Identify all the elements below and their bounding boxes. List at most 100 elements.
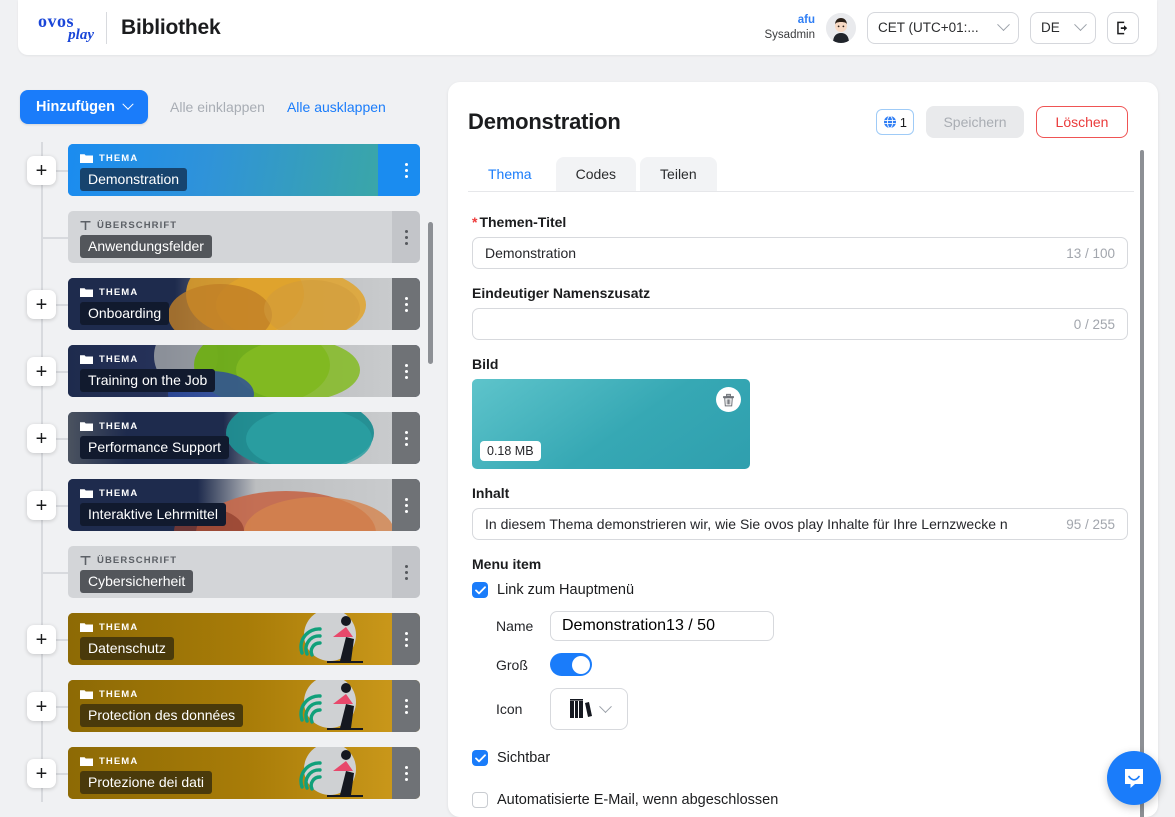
- header-divider: [106, 11, 107, 44]
- card-kicker: THEMA: [80, 488, 138, 499]
- tab-thema[interactable]: Thema: [468, 157, 552, 191]
- tree-node: +: [0, 678, 440, 745]
- add-child-button[interactable]: +: [27, 692, 56, 721]
- tree-item-protezione-dei-dati[interactable]: THEMA Protezione dei dati: [68, 747, 420, 799]
- card-body: THEMA Protezione dei dati: [68, 747, 392, 799]
- app-header: ovos play Bibliothek afu Sysadmin CET (U…: [18, 0, 1157, 55]
- chat-launcher-button[interactable]: [1107, 751, 1161, 805]
- panel-scrollbar[interactable]: [1140, 150, 1144, 817]
- folder-icon: [80, 154, 93, 163]
- menu-large-toggle[interactable]: [550, 653, 592, 676]
- add-child-button[interactable]: +: [27, 156, 56, 185]
- auto-email-row[interactable]: Automatisierte E-Mail, wenn abgeschlosse…: [472, 792, 1128, 808]
- chat-bubble-icon: [1125, 769, 1143, 788]
- folder-icon: [80, 690, 93, 699]
- tree-item-cybersicherheit[interactable]: ÜBERSCHRIFT Cybersicherheit: [68, 546, 420, 598]
- card-title: Training on the Job: [80, 369, 216, 392]
- card-body: THEMA Onboarding: [68, 278, 392, 330]
- link-main-menu-checkbox[interactable]: [472, 582, 488, 598]
- tree-item-protection-des-donnees[interactable]: THEMA Protection des données: [68, 680, 420, 732]
- logout-button[interactable]: [1107, 11, 1139, 44]
- title-label-text: Themen-Titel: [479, 214, 567, 230]
- card-menu-button[interactable]: [392, 278, 420, 330]
- card-title: Performance Support: [80, 436, 230, 459]
- content-input-value: In diesem Thema demonstrieren wir, wie S…: [485, 516, 1008, 532]
- delete-button[interactable]: Löschen: [1036, 106, 1128, 138]
- card-menu-button[interactable]: [392, 479, 420, 531]
- badge-count-value: 1: [899, 114, 907, 130]
- content-char-counter: 95 / 255: [1066, 516, 1115, 532]
- menu-name-counter: 13 / 50: [666, 617, 715, 634]
- fingerprint-walker-illustration: [299, 613, 363, 663]
- tree-item-training-on-the-job[interactable]: THEMA Training on the Job: [68, 345, 420, 397]
- tree-item-datenschutz[interactable]: THEMA Datenschutz: [68, 613, 420, 665]
- folder-icon: [80, 489, 93, 498]
- chevron-down-icon: [122, 98, 134, 110]
- text-icon: [80, 556, 91, 565]
- expand-all-button[interactable]: Alle ausklappen: [287, 99, 386, 115]
- tab-codes[interactable]: Codes: [555, 157, 637, 191]
- auto-email-checkbox[interactable]: [472, 792, 488, 808]
- card-menu-button[interactable]: [392, 680, 420, 732]
- visible-row[interactable]: Sichtbar: [472, 750, 1128, 766]
- add-child-button[interactable]: +: [27, 290, 56, 319]
- card-menu-button[interactable]: [392, 144, 420, 196]
- card-menu-button[interactable]: [392, 211, 420, 263]
- folder-icon: [80, 422, 93, 431]
- tree-item-anwendungsfelder[interactable]: ÜBERSCHRIFT Anwendungsfelder: [68, 211, 420, 263]
- trash-icon: [723, 393, 734, 406]
- check-icon: [474, 753, 486, 762]
- chevron-down-icon: [997, 18, 1010, 32]
- timezone-select[interactable]: CET (UTC+01:...: [867, 11, 1019, 44]
- link-main-menu-label: Link zum Hauptmenü: [497, 582, 635, 598]
- card-menu-button[interactable]: [392, 546, 420, 598]
- avatar[interactable]: [826, 12, 856, 43]
- card-menu-button[interactable]: [392, 747, 420, 799]
- visible-checkbox[interactable]: [472, 750, 488, 766]
- menu-icon-select[interactable]: [550, 688, 628, 730]
- tree-connector: [41, 572, 68, 574]
- card-menu-button[interactable]: [392, 345, 420, 397]
- add-child-button[interactable]: +: [27, 491, 56, 520]
- logout-icon: [1117, 21, 1128, 34]
- card-body: THEMA Interaktive Lehrmittel: [68, 479, 392, 531]
- title-input[interactable]: Demonstration 13 / 100: [472, 237, 1128, 269]
- sidebar-scrollbar[interactable]: [428, 222, 433, 364]
- language-select[interactable]: DE: [1030, 11, 1096, 44]
- card-kicker-label: THEMA: [99, 756, 139, 767]
- card-title: Onboarding: [80, 302, 170, 325]
- collapse-all-button[interactable]: Alle einklappen: [170, 99, 265, 115]
- card-kicker-label: ÜBERSCHRIFT: [97, 220, 178, 231]
- add-button[interactable]: Hinzufügen: [20, 90, 148, 124]
- add-child-button[interactable]: +: [27, 424, 56, 453]
- page-title: Bibliothek: [121, 15, 221, 39]
- card-menu-button[interactable]: [392, 412, 420, 464]
- menu-name-input[interactable]: Demonstration 13 / 50: [550, 611, 774, 641]
- user-role: Sysadmin: [764, 28, 816, 41]
- folder-icon: [80, 355, 93, 364]
- delete-image-button[interactable]: [716, 387, 741, 412]
- image-size-chip: 0.18 MB: [480, 441, 541, 461]
- card-menu-button[interactable]: [392, 613, 420, 665]
- tree-item-performance-support[interactable]: THEMA Performance Support: [68, 412, 420, 464]
- suffix-input[interactable]: 0 / 255: [472, 308, 1128, 340]
- save-button[interactable]: Speichern: [926, 106, 1024, 138]
- image-preview[interactable]: 0.18 MB: [472, 379, 750, 469]
- user-info[interactable]: afu Sysadmin: [765, 13, 816, 42]
- header-right-group: afu Sysadmin CET (UTC+01:... DE: [765, 11, 1158, 44]
- add-child-button[interactable]: +: [27, 759, 56, 788]
- status-badge[interactable]: 1: [875, 109, 914, 135]
- brand-logo[interactable]: ovos play Bibliothek: [18, 11, 221, 44]
- card-title: Interaktive Lehrmittel: [80, 503, 226, 526]
- add-child-button[interactable]: +: [27, 625, 56, 654]
- content-input[interactable]: In diesem Thema demonstrieren wir, wie S…: [472, 508, 1128, 540]
- folder-icon: [80, 623, 93, 632]
- tab-teilen[interactable]: Teilen: [640, 157, 717, 191]
- tree-item-demonstration[interactable]: THEMA Demonstration: [68, 144, 420, 196]
- tree-item-interaktive-lehrmittel[interactable]: THEMA Interaktive Lehrmittel: [68, 479, 420, 531]
- link-main-menu-row[interactable]: Link zum Hauptmenü: [472, 582, 1128, 598]
- menu-name-value: Demonstration: [562, 617, 667, 634]
- add-child-button[interactable]: +: [27, 357, 56, 386]
- card-kicker: ÜBERSCHRIFT: [80, 220, 177, 231]
- tree-item-onboarding[interactable]: THEMA Onboarding: [68, 278, 420, 330]
